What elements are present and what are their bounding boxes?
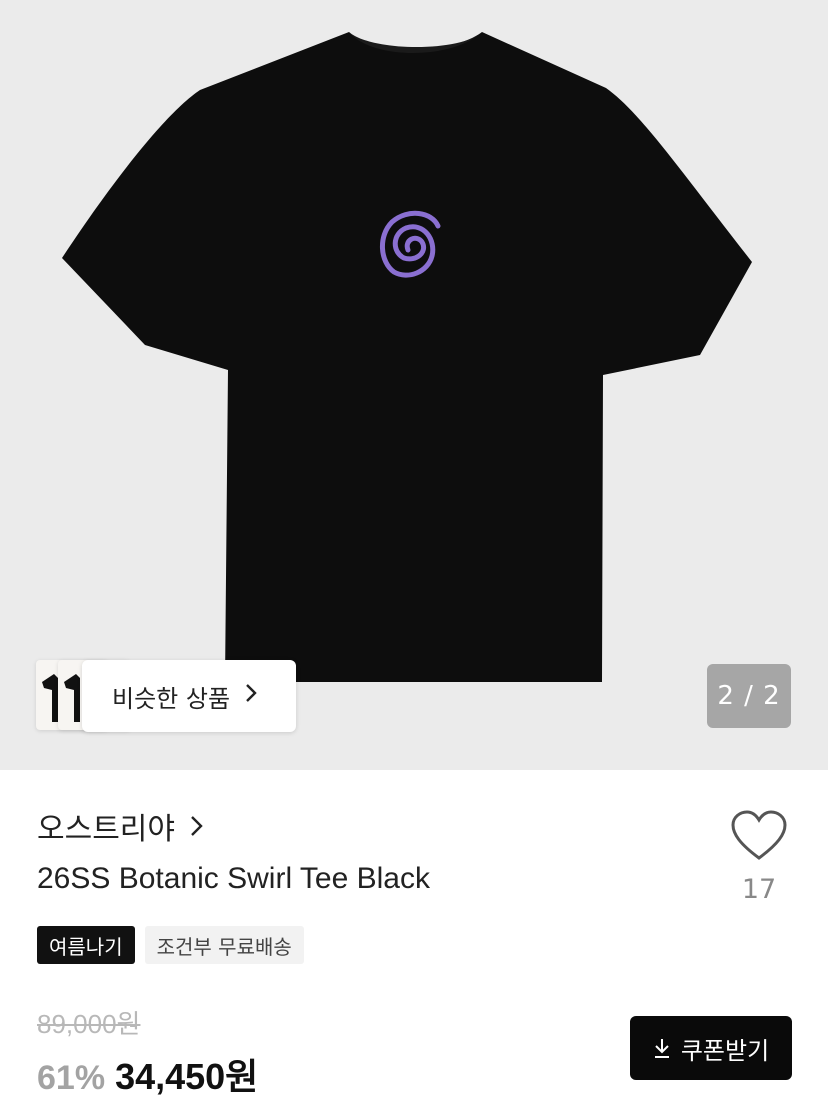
coupon-button[interactable]: 쿠폰받기 [630,1016,792,1080]
chevron-right-icon [244,682,258,710]
chevron-right-icon [191,816,203,836]
tag-free-shipping: 조건부 무료배송 [144,926,304,964]
brand-link[interactable]: 오스트리야 [37,804,207,848]
similar-products-button[interactable]: 비슷한 상품 [82,660,296,732]
tag-list: 여름나기 조건부 무료배송 [37,926,304,964]
product-image[interactable] [0,0,828,770]
original-price: 89,000원 [37,1009,141,1039]
heart-icon [731,810,787,860]
price-row: 61% 34,450원 [37,1048,258,1100]
tag-summer: 여름나기 [37,926,135,964]
coupon-label: 쿠폰받기 [680,1036,770,1065]
image-pager: 2 / 2 [707,664,791,728]
similar-products-label: 비슷한 상품 [112,684,231,713]
like-button[interactable]: 17 [728,810,790,920]
download-icon [654,1039,669,1058]
product-title: 26SS Botanic Swirl Tee Black [37,862,430,895]
sale-price: 34,450원 [115,1056,259,1097]
brand-name: 오스트리야 [37,812,175,847]
discount-rate: 61% [37,1059,106,1097]
like-count: 17 [741,874,777,905]
product-image-area[interactable]: 비슷한 상품 2 / 2 [0,0,828,770]
